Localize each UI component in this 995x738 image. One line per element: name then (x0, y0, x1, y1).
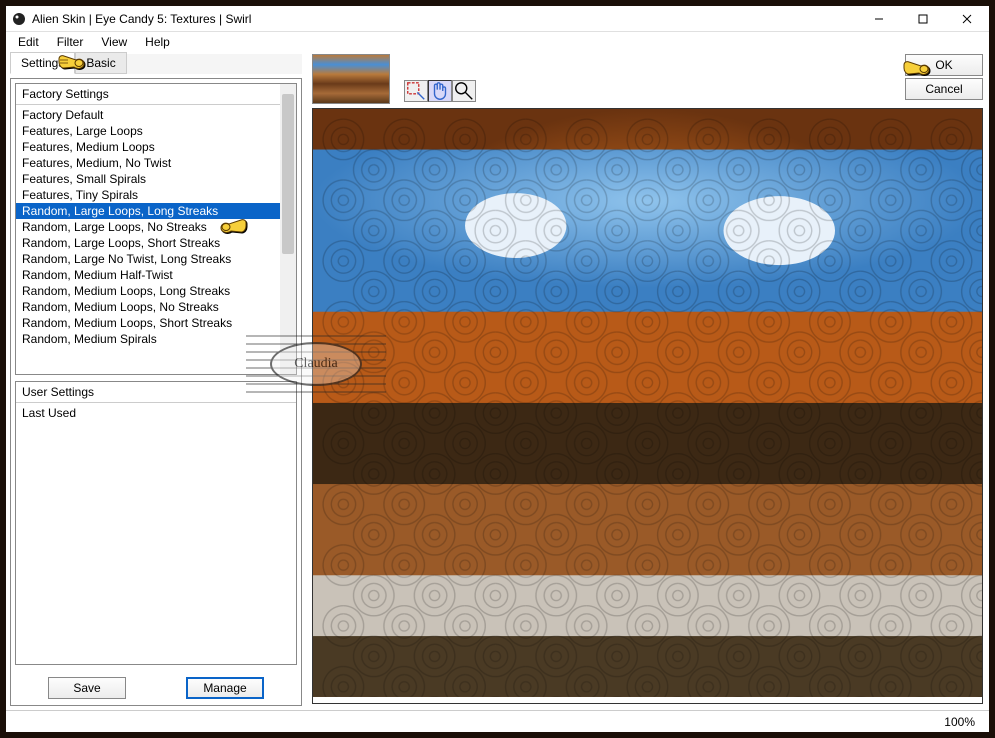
tool-zoom-icon[interactable] (452, 80, 476, 102)
tabs-row: Settings Basic (10, 54, 302, 74)
menu-bar: Edit Filter View Help (6, 32, 989, 52)
menu-filter[interactable]: Filter (49, 33, 92, 51)
left-panel: Settings Basic Factory Settings Factory … (6, 52, 306, 710)
ok-button[interactable]: OK (905, 54, 983, 76)
window-title: Alien Skin | Eye Candy 5: Textures | Swi… (32, 12, 857, 26)
list-item[interactable]: Features, Small Spirals (16, 171, 280, 187)
preview-area[interactable] (312, 108, 983, 704)
list-item[interactable]: Features, Tiny Spirals (16, 187, 280, 203)
tab-basic[interactable]: Basic (75, 52, 126, 74)
list-item[interactable]: Random, Medium Spirals (16, 331, 280, 347)
ok-cancel-group: OK Cancel (905, 54, 983, 100)
zoom-level: 100% (944, 715, 975, 729)
title-bar: Alien Skin | Eye Candy 5: Textures | Swi… (6, 6, 989, 32)
scroll-thumb[interactable] (282, 94, 294, 254)
factory-scrollbar[interactable] (280, 84, 296, 374)
app-icon (12, 12, 26, 26)
save-button[interactable]: Save (48, 677, 126, 699)
list-item[interactable]: Random, Large No Twist, Long Streaks (16, 251, 280, 267)
list-item[interactable]: Features, Medium, No Twist (16, 155, 280, 171)
tab-settings[interactable]: Settings (10, 52, 75, 74)
menu-edit[interactable]: Edit (10, 33, 47, 51)
list-item[interactable]: Random, Large Loops, Long Streaks (16, 203, 280, 219)
tool-select-icon[interactable] (404, 80, 428, 102)
list-item[interactable]: Features, Medium Loops (16, 139, 280, 155)
settings-panel: Factory Settings Factory DefaultFeatures… (10, 78, 302, 706)
list-item[interactable]: Random, Medium Loops, Long Streaks (16, 283, 280, 299)
list-item[interactable]: Features, Large Loops (16, 123, 280, 139)
list-item[interactable]: Random, Medium Loops, Short Streaks (16, 315, 280, 331)
list-item[interactable]: Random, Large Loops, No Streaks (16, 219, 280, 235)
maximize-button[interactable] (901, 6, 945, 31)
settings-buttons: Save Manage (15, 671, 297, 701)
preview-thumbnail[interactable] (312, 54, 390, 104)
close-button[interactable] (945, 6, 989, 31)
user-header: User Settings (16, 382, 296, 403)
status-bar: 100% (6, 710, 989, 732)
list-item[interactable]: Random, Medium Loops, No Streaks (16, 299, 280, 315)
cancel-button[interactable]: Cancel (905, 78, 983, 100)
tool-hand-icon[interactable] (428, 80, 452, 102)
right-panel: OK Cancel (306, 52, 989, 710)
preview-toolbar: OK Cancel (306, 52, 989, 106)
factory-list[interactable]: Factory Settings Factory DefaultFeatures… (16, 84, 280, 374)
manage-button[interactable]: Manage (186, 677, 264, 699)
factory-listbox: Factory Settings Factory DefaultFeatures… (15, 83, 297, 375)
user-list[interactable]: User Settings Last Used (16, 382, 296, 664)
preview-image (313, 109, 982, 697)
minimize-button[interactable] (857, 6, 901, 31)
list-item[interactable]: Factory Default (16, 107, 280, 123)
list-item[interactable]: Random, Large Loops, Short Streaks (16, 235, 280, 251)
factory-header: Factory Settings (16, 84, 280, 105)
window-controls (857, 6, 989, 31)
user-listbox: User Settings Last Used (15, 381, 297, 665)
list-item[interactable]: Last Used (16, 405, 296, 421)
menu-help[interactable]: Help (137, 33, 178, 51)
menu-view[interactable]: View (93, 33, 135, 51)
list-item[interactable]: Random, Medium Half-Twist (16, 267, 280, 283)
